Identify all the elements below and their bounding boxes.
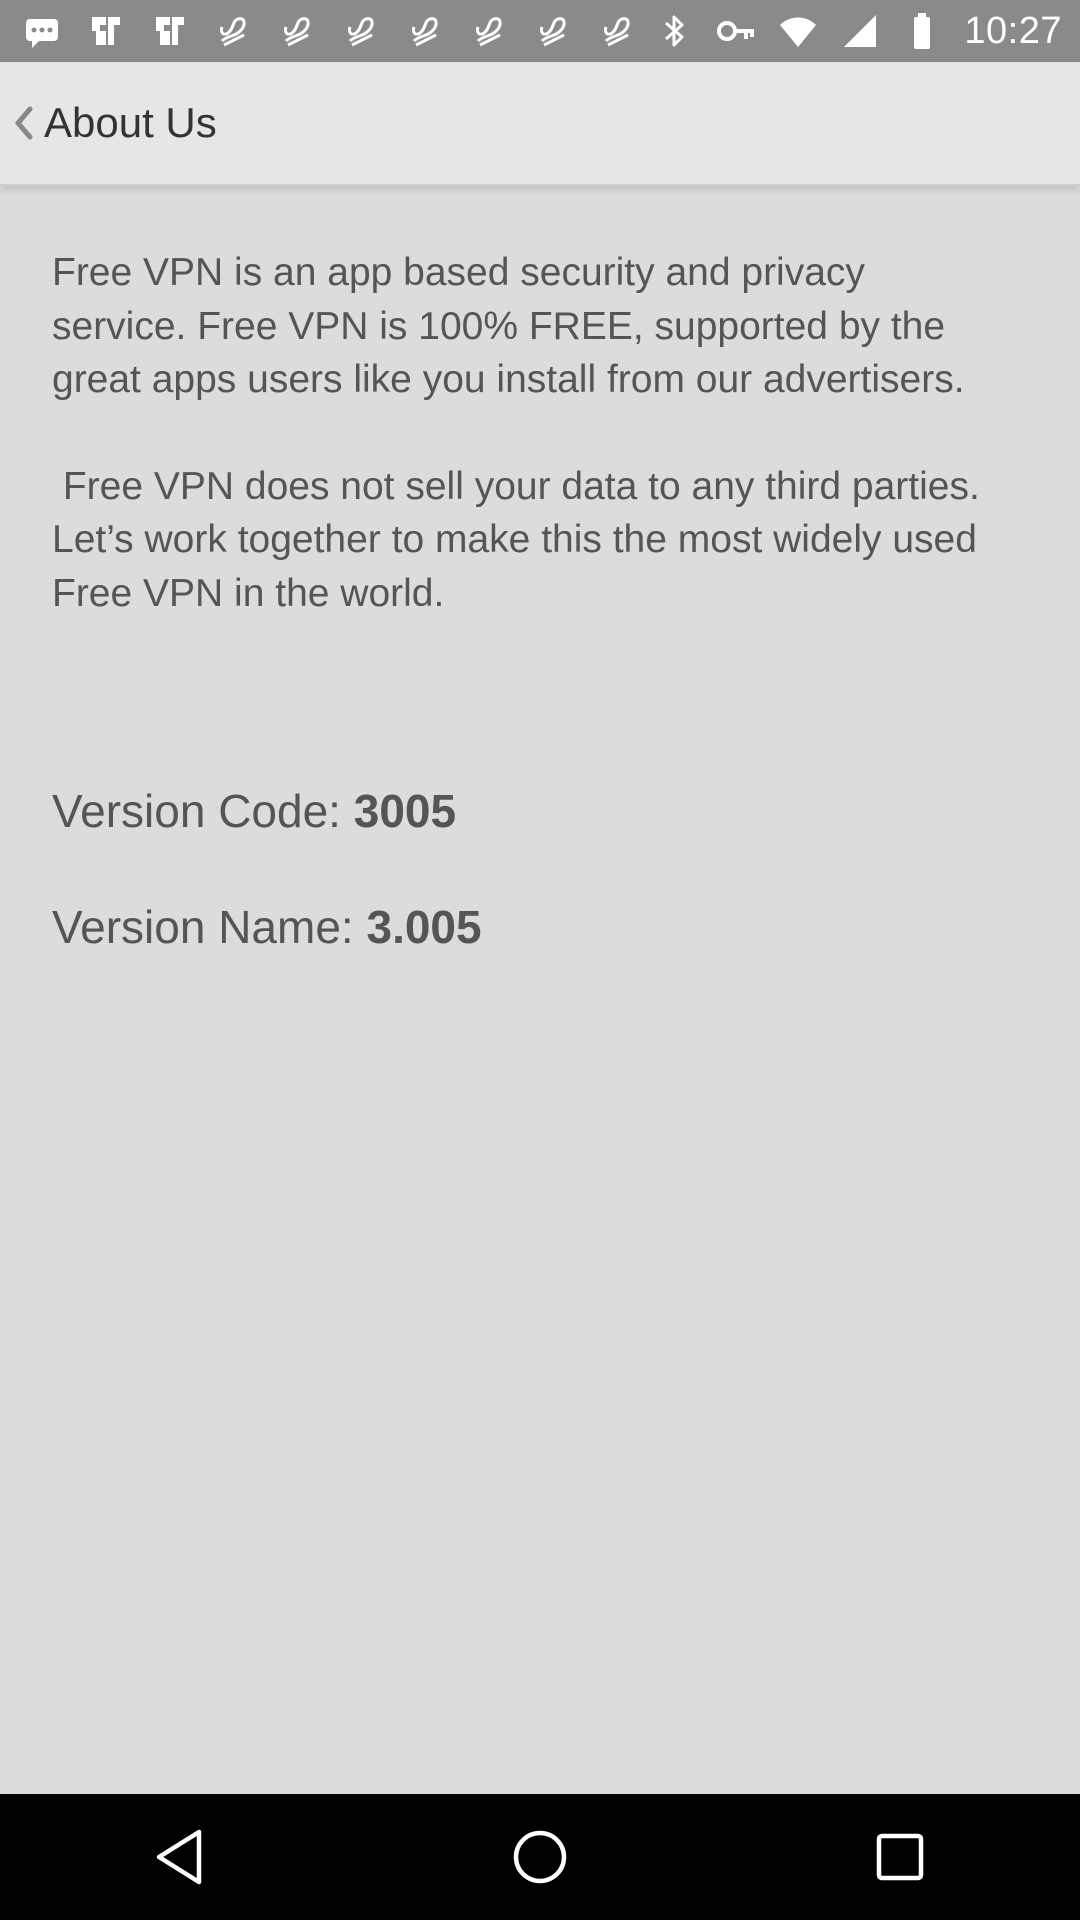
fire-icon bbox=[150, 11, 190, 51]
notification-icon bbox=[278, 11, 318, 51]
nav-home-button[interactable] bbox=[480, 1797, 600, 1917]
chevron-left-icon bbox=[8, 103, 38, 143]
triangle-back-icon bbox=[156, 1829, 202, 1885]
nav-back-button[interactable] bbox=[120, 1797, 240, 1917]
battery-icon bbox=[902, 11, 942, 51]
navigation-bar bbox=[0, 1794, 1080, 1920]
status-right-icons: 10:27 bbox=[654, 10, 1062, 53]
signal-icon bbox=[840, 11, 880, 51]
notification-icon bbox=[214, 11, 254, 51]
bluetooth-icon bbox=[654, 11, 694, 51]
status-time: 10:27 bbox=[964, 9, 1062, 52]
wifi-icon bbox=[778, 11, 818, 51]
version-name-row: Version Name: 3.005 bbox=[52, 900, 482, 954]
messages-icon bbox=[22, 11, 62, 51]
version-code-label: Version Code: bbox=[52, 785, 354, 837]
app-bar: About Us bbox=[0, 62, 1080, 186]
version-code-value: 3005 bbox=[353, 785, 457, 837]
notification-icon bbox=[342, 11, 382, 51]
fire-icon bbox=[86, 11, 126, 51]
circle-home-icon bbox=[513, 1830, 567, 1884]
notification-icon bbox=[406, 11, 446, 51]
about-paragraph-1: Free VPN is an app based security and pr… bbox=[52, 251, 965, 401]
about-paragraph-2: Free VPN does not sell your data to any … bbox=[52, 464, 991, 615]
version-name-label: Version Name: bbox=[52, 901, 367, 953]
version-code-row: Version Code: 3005 bbox=[52, 784, 456, 838]
back-button[interactable]: About Us bbox=[0, 62, 217, 184]
status-left-icons bbox=[22, 11, 638, 51]
notification-icon bbox=[470, 11, 510, 51]
notification-icon bbox=[534, 11, 574, 51]
status-bar: 10:27 bbox=[0, 0, 1080, 62]
page-title: About Us bbox=[44, 99, 217, 146]
notification-icon bbox=[598, 11, 638, 51]
about-content: Free VPN is an app based security and pr… bbox=[52, 246, 992, 953]
square-recents-icon bbox=[876, 1833, 924, 1881]
vpn-key-icon bbox=[716, 11, 756, 51]
nav-recents-button[interactable] bbox=[840, 1797, 960, 1917]
version-name-value: 3.005 bbox=[366, 901, 482, 953]
